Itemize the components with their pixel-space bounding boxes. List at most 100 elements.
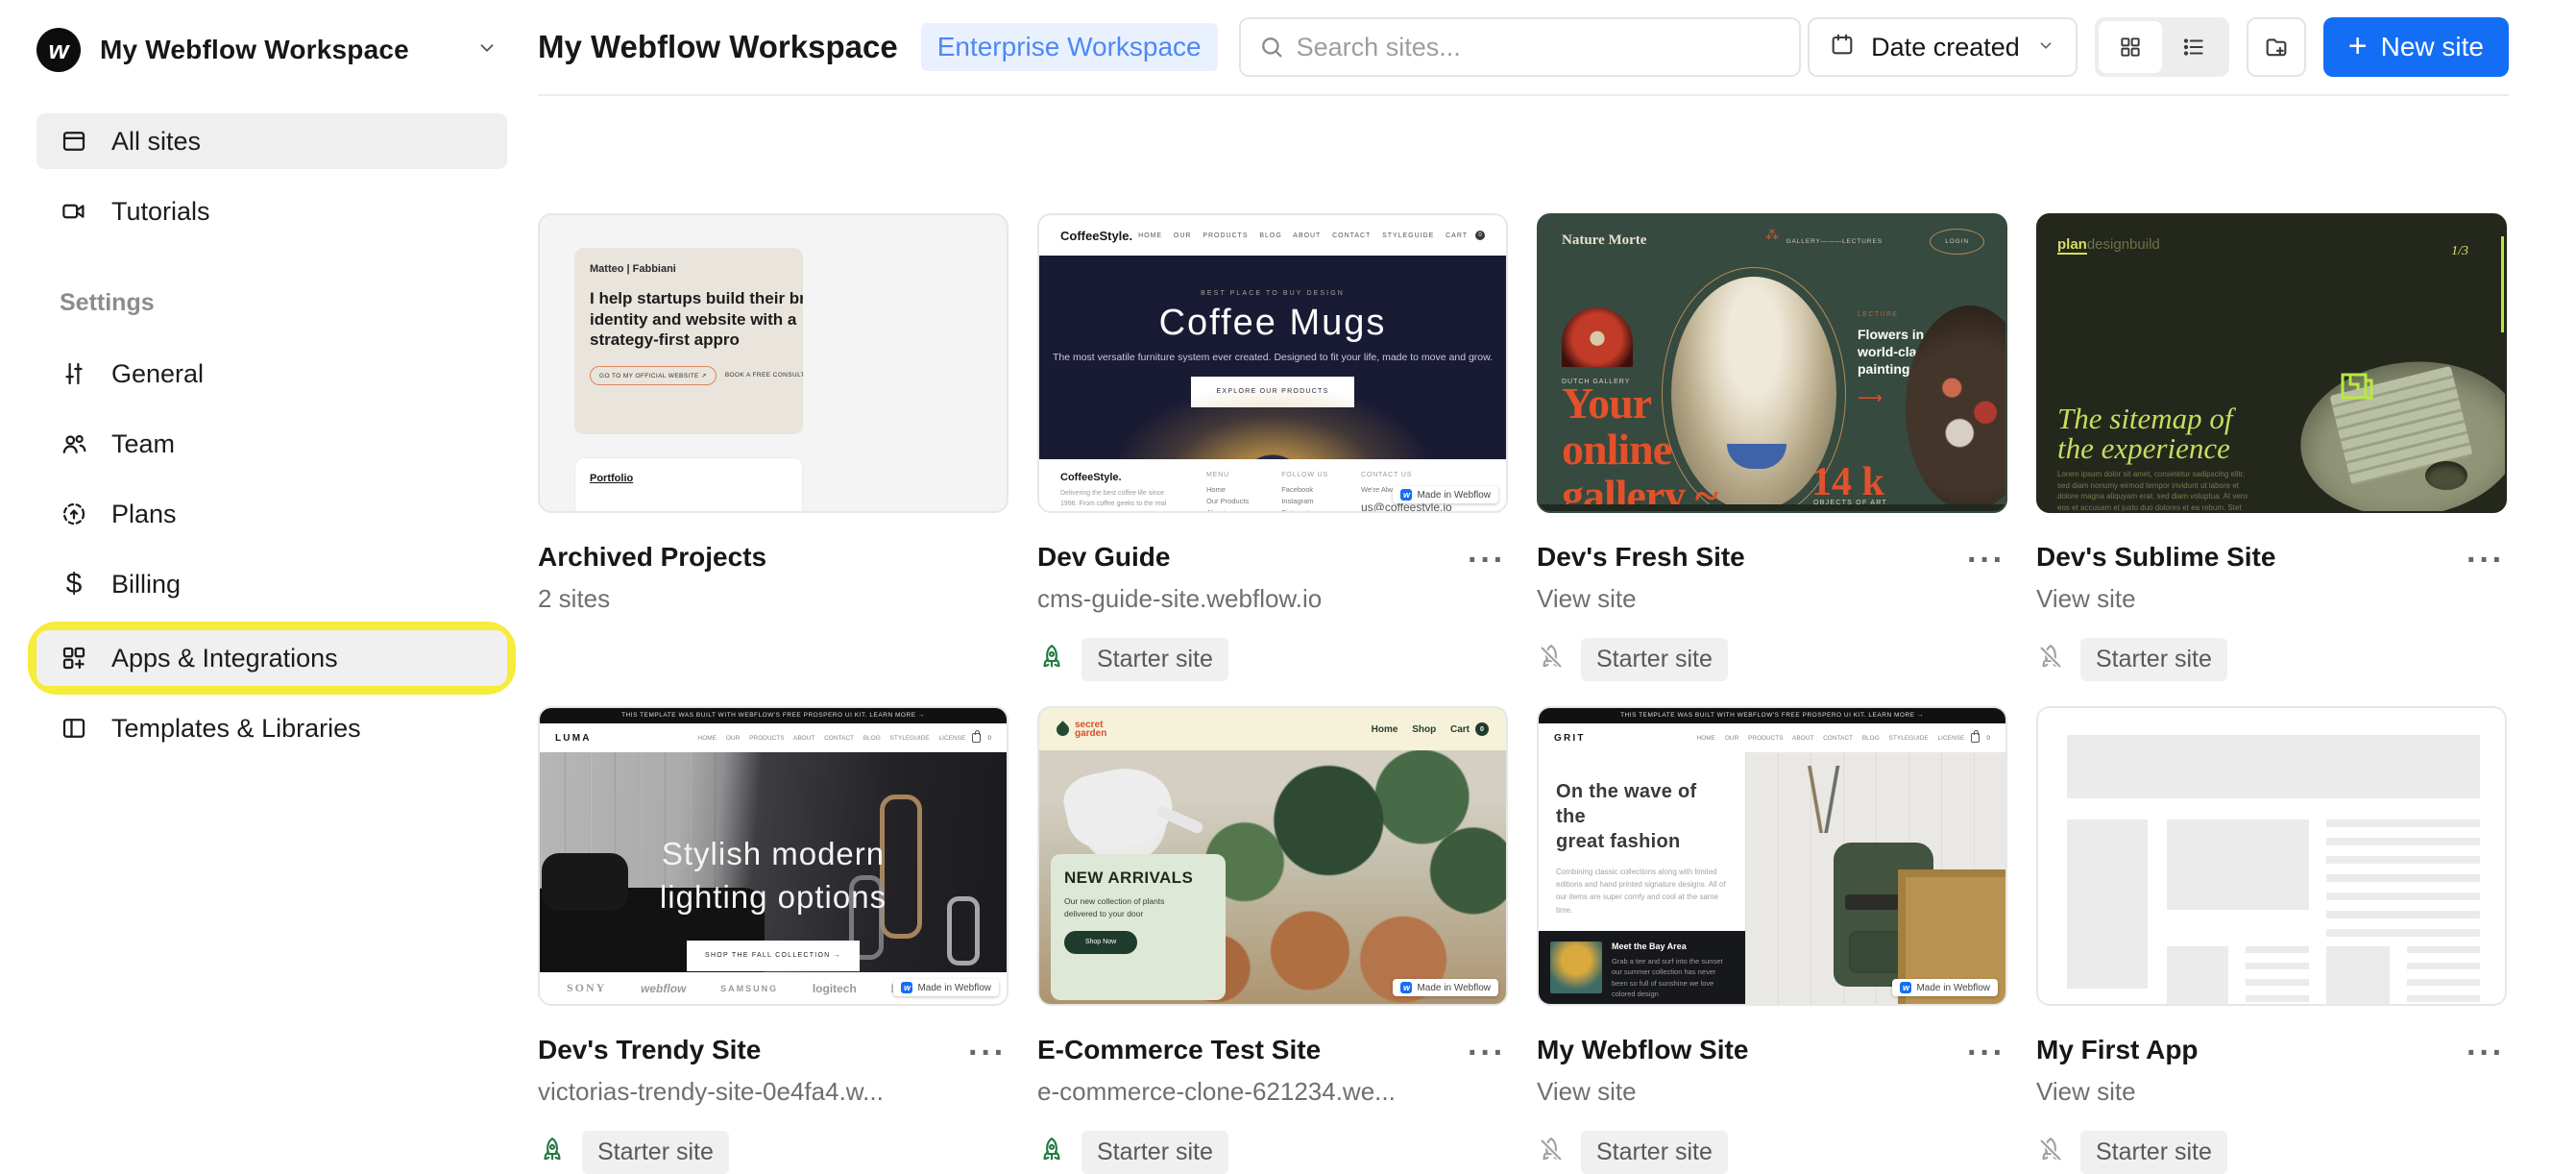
thumb-text: LUMA [555,733,592,744]
sidebar-item-label: General [111,359,204,389]
leaf-icon [1054,721,1071,738]
brand-logo: SAMSUNG [720,984,778,993]
view-site-link[interactable]: View site [1537,1077,2007,1107]
sidebar-item-templates-libraries[interactable]: Templates & Libraries [36,700,507,756]
thumb-text: The sitemap of the experience [2057,404,2233,463]
site-card-ecommerce-test-site[interactable]: secretgarden Home Shop Cart0 NEW ARRIVAL… [1037,706,1508,1172]
thumb-text: THIS TEMPLATE WAS BUILT WITH WEBFLOW'S F… [1539,708,2005,723]
view-site-link[interactable]: View site [2036,1077,2507,1107]
site-card-my-webflow-site[interactable]: THIS TEMPLATE WAS BUILT WITH WEBFLOW'S F… [1537,706,2007,1172]
floorplan-logo-icon [2339,367,2377,405]
sort-label: Date created [1871,33,2020,62]
cart-icon [972,733,981,743]
new-folder-button[interactable] [2247,17,2306,77]
thumb-text: designbuild [2087,236,2160,253]
starter-site-badge: Starter site [1081,1131,1228,1174]
card-menu-button[interactable]: ··· [1468,1037,1506,1069]
sort-dropdown[interactable]: Date created [1808,17,2078,77]
site-card-devs-sublime-site[interactable]: plandesignbuild 1/3 The sitemap of the e… [2036,213,2507,679]
site-thumbnail[interactable] [2036,706,2507,1006]
thumb-text: Facebook Instagram Pinterest [1281,484,1328,513]
made-in-webflow-badge: wMade in Webflow [1393,486,1498,503]
thumb-text: FOLLOW US [1281,472,1328,478]
starter-rocket-off-icon [1537,643,1566,676]
card-menu-button[interactable]: ··· [1967,544,2005,576]
chevron-down-icon [2035,33,2056,62]
sidebar-item-billing[interactable]: $ Billing [36,556,507,612]
starter-site-badge: Starter site [2080,1131,2227,1174]
starter-rocket-off-icon [2036,1136,2065,1169]
team-icon [60,429,88,458]
sidebar-item-label: Templates & Libraries [111,714,361,744]
enterprise-badge: Enterprise Workspace [921,23,1218,71]
sidebar-item-apps-integrations[interactable]: Apps & Integrations [36,630,507,686]
site-card-devs-fresh-site[interactable]: Nature Morte ⁂ GALLERY———LECTURES LOGIN … [1537,213,2007,679]
card-menu-button[interactable]: ··· [968,1037,1007,1069]
site-thumbnail[interactable]: Matteo | Fabbiani I help startups build … [538,213,1009,513]
site-subtitle[interactable]: e-commerce-clone-621234.we... [1037,1077,1508,1107]
card-menu-button[interactable]: ··· [1468,544,1506,576]
card-menu-button[interactable]: ··· [2467,544,2505,576]
portrait-graphic [1562,307,1633,367]
sidebar-item-label: All sites [111,127,201,157]
site-thumbnail[interactable]: CoffeeStyle. HOME OUR PRODUCTS BLOG ABOU… [1037,213,1508,513]
starter-site-badge: Starter site [582,1131,729,1174]
new-site-button[interactable]: + New site [2323,17,2509,77]
site-card-dev-guide[interactable]: CoffeeStyle. HOME OUR PRODUCTS BLOG ABOU… [1037,213,1508,679]
thumb-text: Your online gallery ~ [1562,380,1717,513]
thumb-text: Home Shop Cart [1372,724,1470,735]
site-subtitle[interactable]: cms-guide-site.webflow.io [1037,584,1508,614]
thumb-text: NEW ARRIVALS [1064,868,1212,888]
workspace-name: My Webflow Workspace [100,35,409,65]
view-site-link[interactable]: View site [2036,584,2507,614]
thumb-text: On the wave of the great fashion [1556,779,1728,854]
made-in-webflow-badge: wMade in Webflow [1393,979,1498,996]
site-thumbnail[interactable]: Nature Morte ⁂ GALLERY———LECTURES LOGIN … [1537,213,2007,513]
search-box[interactable] [1239,17,1801,77]
workspace-switcher[interactable]: w My Webflow Workspace [36,23,507,77]
site-title: My First App [2036,1035,2507,1065]
list-view-button[interactable] [2162,21,2225,73]
site-card-devs-trendy-site[interactable]: THIS TEMPLATE WAS BUILT WITH WEBFLOW'S F… [538,706,1009,1172]
thumb-text: I help startups build their brand identi… [590,288,803,351]
sidebar-item-team[interactable]: Team [36,416,507,472]
sidebar-item-plans[interactable]: Plans [36,486,507,542]
starter-rocket-icon [538,1136,567,1169]
site-thumbnail[interactable]: plandesignbuild 1/3 The sitemap of the e… [2036,213,2507,513]
thumb-text: BOOK A FREE CONSULTATION CALL [725,372,803,379]
thumb-text: 0 [1475,722,1489,736]
list-view-icon [2181,35,2206,60]
plus-icon: + [2348,30,2368,62]
thumb-preview: Portfolio Jane Lo Product Designer Hey t… [574,457,803,513]
site-thumbnail[interactable]: THIS TEMPLATE WAS BUILT WITH WEBFLOW'S F… [538,706,1009,1006]
thumb-text: 0 [1986,735,1990,742]
search-input[interactable] [1297,33,1782,62]
page-title: My Webflow Workspace [538,29,898,65]
thumb-text: Meet the Bay Area [1612,942,1734,951]
site-subtitle[interactable]: victorias-trendy-site-0e4fa4.w... [538,1077,1009,1107]
sidebar-item-tutorials[interactable]: Tutorials [36,183,507,239]
site-title: Archived Projects [538,542,1009,573]
starter-site-badge: Starter site [1081,638,1228,681]
plans-icon [60,500,88,528]
site-card-my-first-app[interactable]: My First App ··· View site Starter site [2036,706,2507,1172]
lighting-photo-graphic: Stylish modern lighting options SHOP THE… [540,752,1007,972]
card-menu-button[interactable]: ··· [1967,1037,2005,1069]
sidebar-item-all-sites[interactable]: All sites [36,113,507,169]
starter-site-badge: Starter site [1581,638,1728,681]
fashion-photo-graphic [1745,752,2005,1004]
site-thumbnail[interactable]: secretgarden Home Shop Cart0 NEW ARRIVAL… [1037,706,1508,1006]
thumb-text: Portfolio [590,473,802,484]
thumb-text: Stylish modern lighting options [540,833,1007,918]
thumb-text: MENU [1206,472,1249,478]
site-card-archived-projects[interactable]: Matteo | Fabbiani I help startups build … [538,213,1009,679]
starter-site-badge: Starter site [2080,638,2227,681]
view-site-link[interactable]: View site [1537,584,2007,614]
thumb-text: HOME OUR PRODUCTS ABOUT CONTACT BLOG STY… [1697,735,1965,742]
wireframe-lines [2246,946,2309,1006]
made-in-webflow-badge: wMade in Webflow [893,979,999,996]
grid-view-button[interactable] [2099,21,2162,73]
site-thumbnail[interactable]: THIS TEMPLATE WAS BUILT WITH WEBFLOW'S F… [1537,706,2007,1006]
card-menu-button[interactable]: ··· [2467,1037,2505,1069]
sidebar-item-general[interactable]: General [36,346,507,402]
